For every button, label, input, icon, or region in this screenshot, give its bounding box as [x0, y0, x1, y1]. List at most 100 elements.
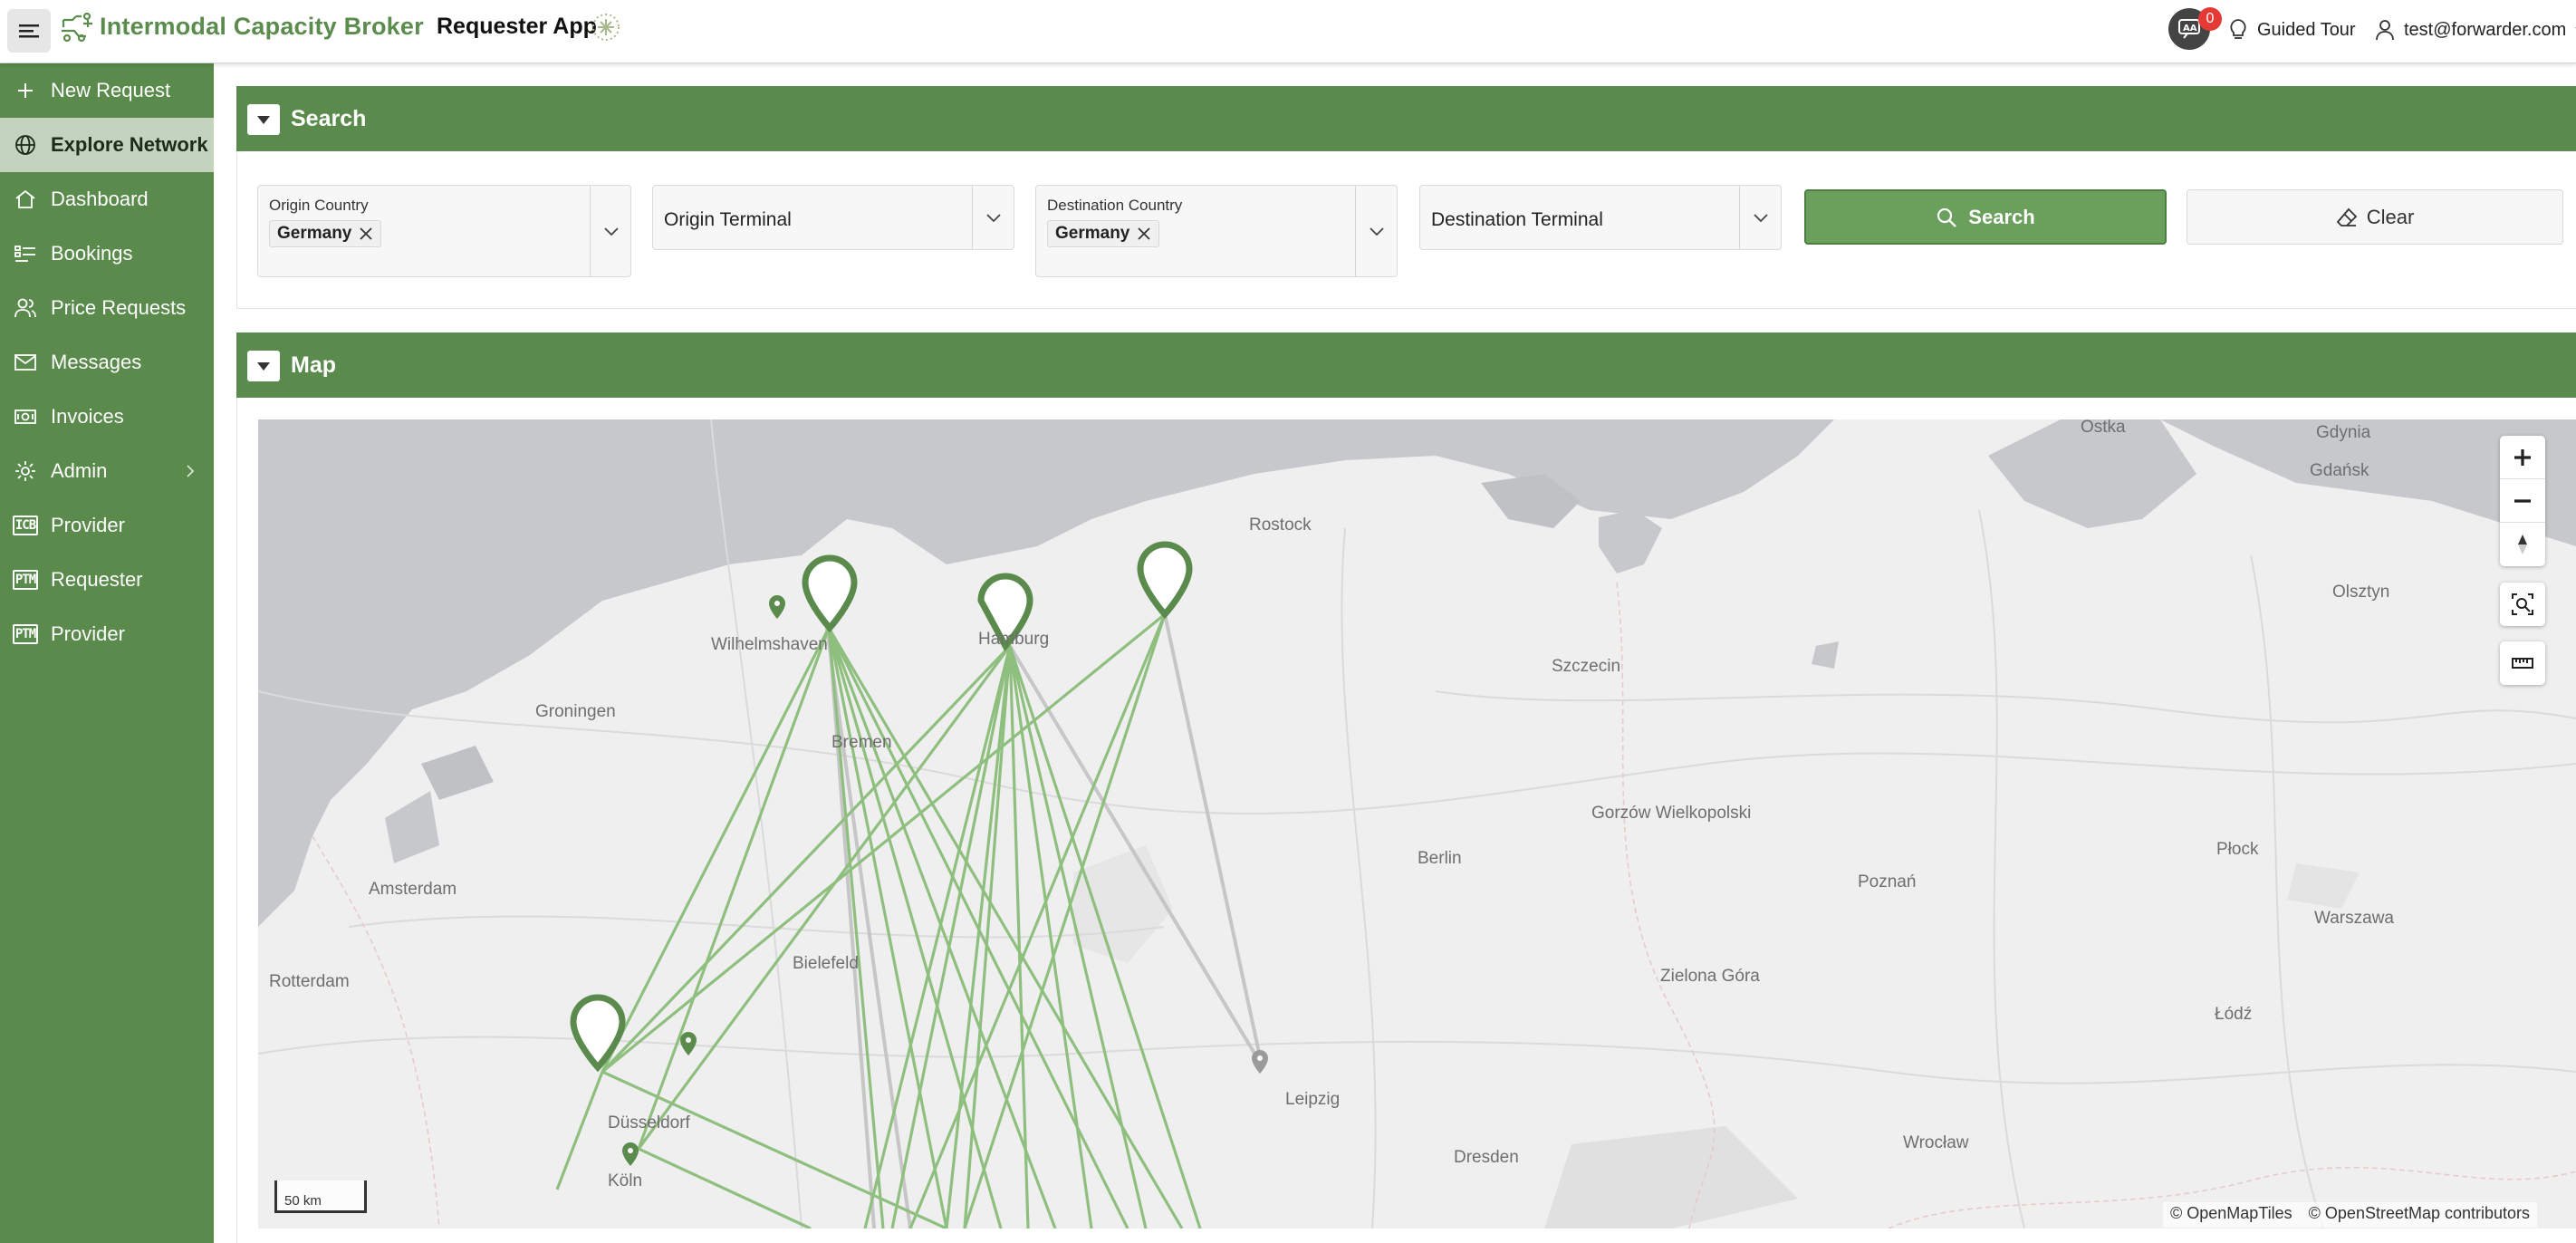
attribution-link[interactable]: © OpenStreetMap contributors [2309, 1204, 2530, 1226]
search-panel-title: Search [291, 105, 367, 131]
plus-icon [2514, 448, 2531, 466]
caret-down-icon [257, 362, 270, 371]
select-divider [972, 186, 973, 249]
origin-terminal-placeholder: Origin Terminal [664, 209, 792, 230]
globe-icon [13, 132, 38, 158]
clear-button[interactable]: Clear [2187, 189, 2563, 245]
city-label: Gorzów Wielkopolski [1591, 804, 1752, 823]
sparkle-icon [592, 14, 620, 41]
sidebar-item-label: Price Requests [51, 296, 187, 319]
sidebar-item-invoices[interactable]: Invoices [0, 390, 214, 444]
chevron-down-icon[interactable] [1368, 226, 1386, 238]
map-attribution: © OpenMapTiles © OpenStreetMap contribut… [2163, 1202, 2538, 1228]
svg-text:AA: AA [2183, 24, 2197, 34]
app-subtitle: Requester App [437, 14, 597, 39]
network-map[interactable]: Ostka Gdynia Gdańsk Rostock Olsztyn Wilh… [258, 419, 2576, 1229]
money-icon [13, 404, 38, 429]
sidebar-item-dashboard[interactable]: Dashboard [0, 172, 214, 226]
destination-country-select[interactable]: Destination Country Germany [1035, 185, 1398, 277]
eraser-icon [2336, 207, 2357, 226]
sidebar-item-provider-icb[interactable]: ICB Provider [0, 498, 214, 553]
city-label: Rotterdam [269, 972, 350, 991]
select-divider [1739, 186, 1740, 249]
sidebar: New Request Explore Network Dashboard Bo… [0, 63, 214, 1243]
gear-icon [13, 458, 38, 484]
city-label: Gdynia [2316, 423, 2371, 442]
city-label: Szczecin [1552, 657, 1621, 676]
top-header: Intermodal Capacity Broker Requester App… [0, 0, 2576, 63]
measure-control [2500, 641, 2545, 685]
map-panel-header: Map [236, 332, 2576, 398]
map-panel-title: Map [291, 352, 336, 378]
chip-label: Germany [1055, 224, 1130, 243]
sidebar-item-label: New Request [51, 79, 171, 101]
map-base-layer [258, 419, 2576, 1229]
sidebar-item-price-requests[interactable]: Price Requests [0, 281, 214, 335]
chip-label: Germany [277, 224, 352, 243]
map-panel-toggle[interactable] [247, 351, 280, 381]
clear-button-label: Clear [2366, 205, 2415, 228]
sidebar-item-label: Provider [51, 622, 125, 645]
lightbulb-icon [2230, 19, 2246, 39]
mail-icon [13, 350, 38, 375]
sidebar-item-label: Dashboard [51, 188, 149, 210]
city-label: Berlin [1418, 849, 1462, 868]
sidebar-item-label: Bookings [51, 242, 133, 265]
sidebar-item-requester-ptm[interactable]: PTM Requester [0, 553, 214, 607]
broker-logo-icon [62, 12, 92, 43]
zoom-out-button[interactable] [2500, 479, 2545, 523]
close-icon[interactable] [359, 226, 373, 241]
search-button[interactable]: Search [1804, 189, 2167, 245]
chevron-down-icon[interactable] [1752, 212, 1770, 225]
sidebar-item-admin[interactable]: Admin [0, 444, 214, 498]
plus-icon [13, 78, 38, 103]
city-label: Köln [608, 1171, 643, 1190]
fit-bounds-button[interactable] [2500, 583, 2545, 626]
close-icon[interactable] [1137, 226, 1151, 241]
search-panel-toggle[interactable] [247, 104, 280, 135]
city-label: Wilhelmshaven [711, 635, 828, 654]
sidebar-item-messages[interactable]: Messages [0, 335, 214, 390]
sidebar-item-bookings[interactable]: Bookings [0, 226, 214, 281]
chevron-right-icon [187, 465, 195, 477]
home-icon [13, 187, 38, 212]
compass-button[interactable] [2500, 523, 2545, 566]
city-label: Płock [2216, 840, 2259, 859]
menu-toggle-button[interactable] [7, 9, 51, 53]
notification-count-badge: 0 [2198, 7, 2222, 31]
sidebar-item-label: Provider [51, 514, 125, 536]
ruler-icon [2512, 658, 2533, 669]
city-label: Bielefeld [793, 954, 859, 973]
measure-button[interactable] [2500, 641, 2545, 685]
city-label: Amsterdam [369, 880, 457, 899]
destination-country-chip: Germany [1047, 220, 1160, 247]
origin-terminal-select[interactable]: Origin Terminal [652, 185, 1014, 250]
city-label: Poznań [1858, 872, 1917, 891]
user-icon [2376, 20, 2394, 41]
city-label: Łódź [2215, 1005, 2253, 1024]
origin-country-select[interactable]: Origin Country Germany [257, 185, 631, 277]
list-icon [13, 241, 38, 266]
user-menu[interactable]: test@forwarder.com [2375, 16, 2576, 43]
city-label: Wrocław [1903, 1133, 1969, 1152]
city-label: Ostka [2081, 419, 2126, 437]
zoom-in-button[interactable] [2500, 436, 2545, 479]
sidebar-item-provider-ptm[interactable]: PTM Provider [0, 607, 214, 661]
guided-tour-label: Guided Tour [2257, 19, 2356, 40]
chevron-down-icon[interactable] [985, 212, 1003, 225]
zoom-controls [2500, 436, 2545, 566]
user-email: test@forwarder.com [2404, 19, 2567, 40]
sidebar-item-explore-network[interactable]: Explore Network [0, 118, 214, 172]
attribution-link[interactable]: © OpenMapTiles [2170, 1204, 2292, 1226]
destination-terminal-select[interactable]: Destination Terminal [1419, 185, 1782, 250]
zoom-to-fit-icon [2512, 593, 2533, 615]
sidebar-item-label: Explore Network [51, 133, 208, 156]
sidebar-item-new-request[interactable]: New Request [0, 63, 214, 118]
origin-country-chip: Germany [269, 220, 382, 247]
guided-tour-button[interactable]: Guided Tour [2228, 16, 2356, 43]
chevron-down-icon[interactable] [602, 226, 620, 238]
compass-icon [2518, 535, 2527, 554]
sidebar-item-label: Requester [51, 568, 143, 591]
hamburger-icon [19, 24, 39, 38]
city-label: Rostock [1249, 516, 1312, 535]
